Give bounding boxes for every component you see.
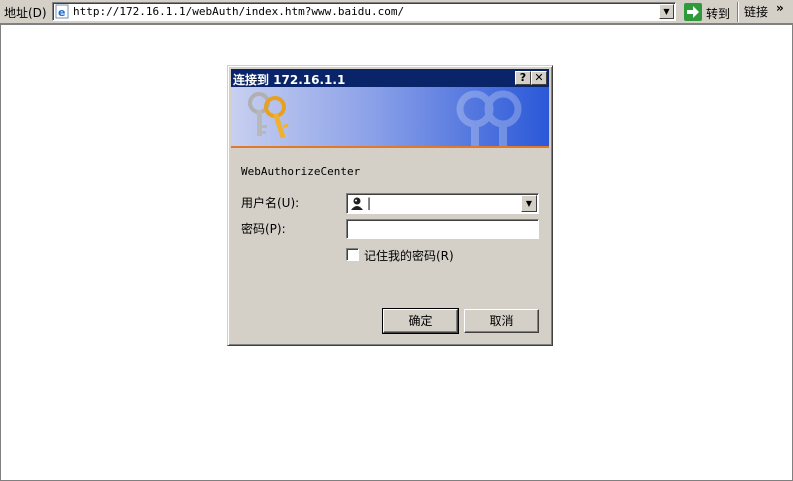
- address-bar: 地址(D) e http://172.16.1.1/webAuth/index.…: [0, 0, 793, 24]
- green-arrow-icon: [684, 3, 702, 21]
- url-dropdown-button[interactable]: ▼: [659, 4, 674, 19]
- login-dialog: 连接到 172.16.1.1 ? ✕ WebAuthorizeCenter 用户…: [227, 65, 553, 346]
- dialog-banner: [231, 87, 549, 148]
- cancel-button[interactable]: 取消: [464, 309, 539, 333]
- username-label: 用户名(U):: [241, 196, 300, 210]
- links-chevron-icon[interactable]: »: [776, 1, 784, 15]
- username-dropdown-button[interactable]: ▼: [521, 195, 537, 212]
- dialog-titlebar[interactable]: 连接到 172.16.1.1 ? ✕: [231, 69, 549, 87]
- chevron-down-icon: ▼: [663, 7, 670, 16]
- close-button[interactable]: ✕: [531, 71, 547, 85]
- server-name: WebAuthorizeCenter: [241, 165, 361, 178]
- ok-button[interactable]: 确定: [382, 308, 459, 334]
- dialog-title: 连接到 172.16.1.1: [233, 73, 346, 87]
- ie-page-icon: e: [55, 4, 69, 19]
- user-icon: [351, 197, 363, 210]
- password-field[interactable]: [346, 219, 539, 239]
- keys-watermark-icon: [456, 90, 522, 146]
- url-input[interactable]: e http://172.16.1.1/webAuth/index.htm?ww…: [52, 2, 676, 21]
- remember-password-checkbox[interactable]: [346, 248, 359, 261]
- toolbar-separator: [737, 2, 739, 22]
- go-label: 转到: [706, 7, 731, 21]
- username-value: |: [367, 196, 372, 210]
- address-label: 地址(D): [4, 6, 47, 20]
- remember-password-label[interactable]: 记住我的密码(R): [364, 247, 454, 264]
- svg-text:e: e: [58, 6, 65, 19]
- links-button[interactable]: 链接: [744, 3, 768, 20]
- password-label: 密码(P):: [241, 222, 286, 236]
- username-combobox[interactable]: | ▼: [346, 193, 539, 214]
- chevron-down-icon: ▼: [525, 199, 533, 208]
- help-button[interactable]: ?: [515, 71, 531, 85]
- url-text: http://172.16.1.1/webAuth/index.htm?www.…: [73, 5, 405, 18]
- keys-icon: [248, 92, 289, 139]
